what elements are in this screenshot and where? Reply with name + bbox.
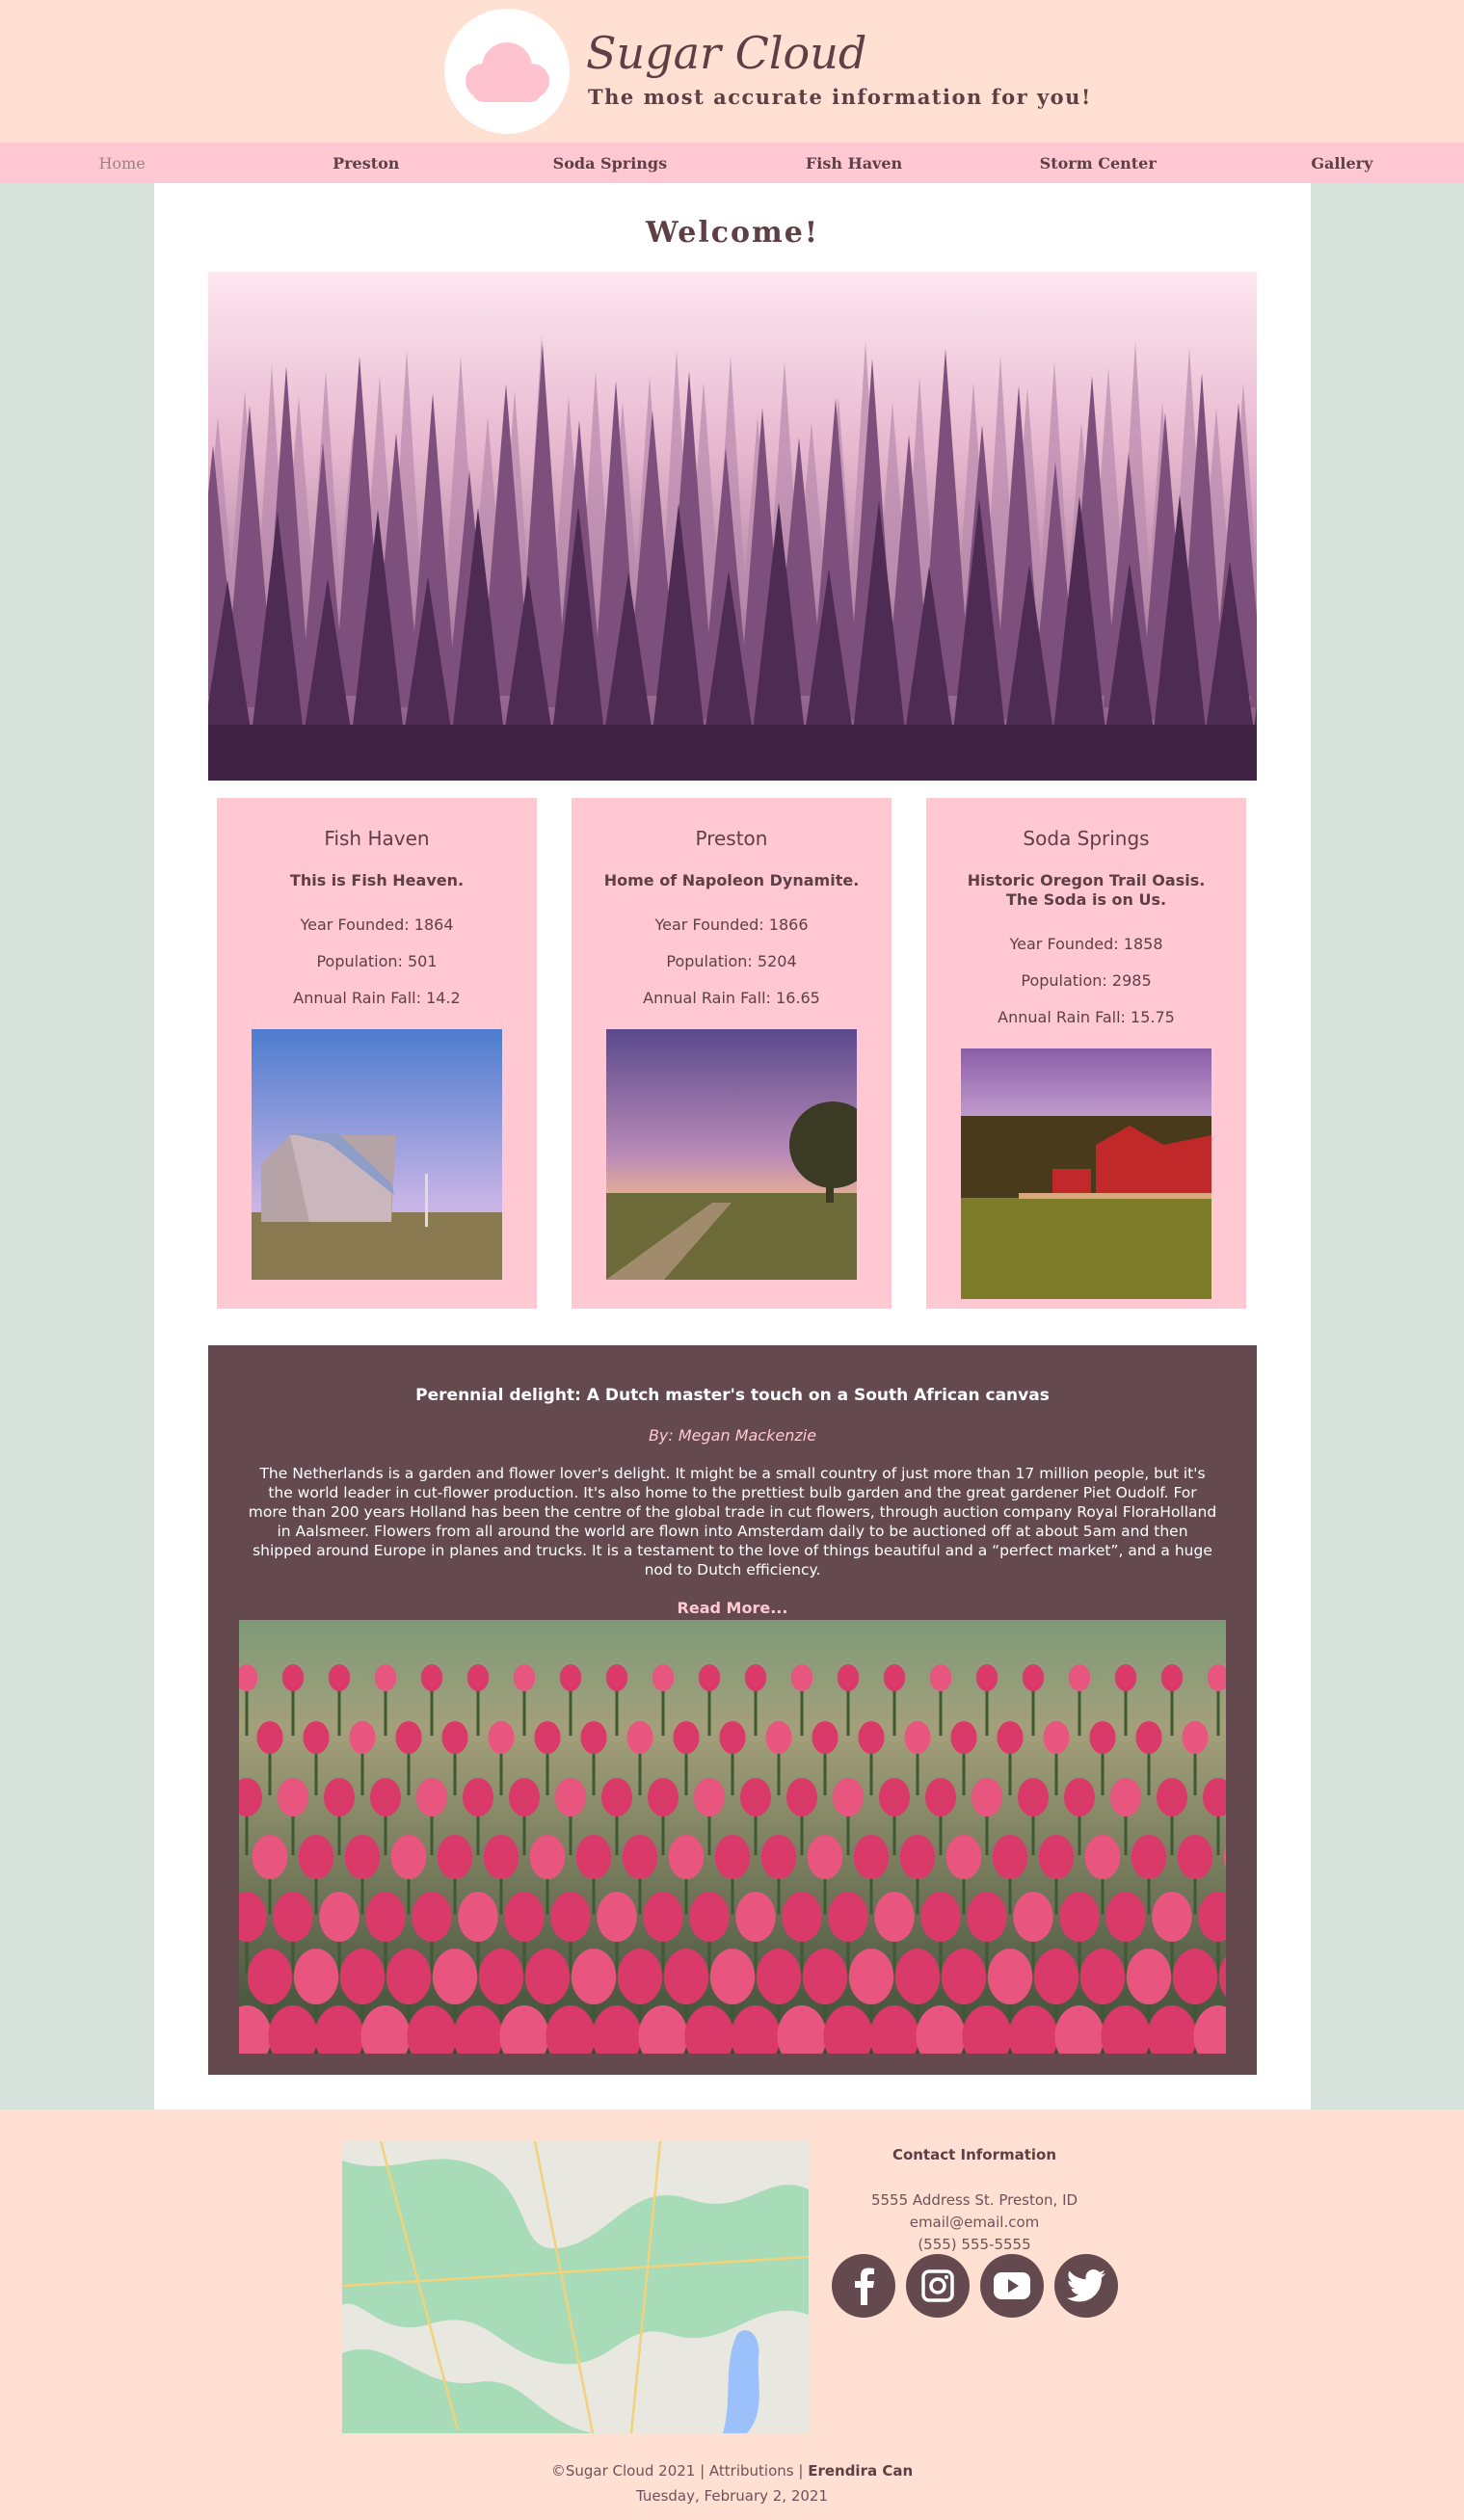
- town-card-fish-haven: Fish Haven This is Fish Heaven. Year Fou…: [217, 798, 537, 1309]
- nav-item-storm-center[interactable]: Storm Center: [976, 154, 1220, 172]
- main-content: Welcome! Fish Haven This is Fish Heaven.…: [154, 183, 1311, 2109]
- nav-item-fish-haven[interactable]: Fish Haven: [732, 154, 976, 172]
- nav-item-preston[interactable]: Preston: [244, 154, 488, 172]
- article-title: Perennial delight: A Dutch master's touc…: [415, 1386, 1050, 1405]
- town-rainfall: Annual Rain Fall: 15.75: [998, 1008, 1175, 1026]
- town-rainfall: Annual Rain Fall: 14.2: [293, 989, 461, 1007]
- copyright: ©Sugar Cloud 2021 | Attributions | Erend…: [0, 2462, 1464, 2480]
- town-card-preston: Preston Home of Napoleon Dynamite. Year …: [572, 798, 892, 1309]
- town-name: Soda Springs: [1023, 827, 1150, 850]
- location-map[interactable]: [342, 2141, 809, 2433]
- town-year-founded: Year Founded: 1866: [654, 915, 809, 934]
- sunset-field-image: [606, 1029, 857, 1280]
- tulips-image: [239, 1620, 1226, 2054]
- town-year-founded: Year Founded: 1864: [300, 915, 454, 934]
- nav-item-soda-springs[interactable]: Soda Springs: [488, 154, 732, 172]
- town-population: Population: 5204: [666, 952, 797, 970]
- youtube-icon[interactable]: [980, 2254, 1044, 2318]
- town-card-soda-springs: Soda Springs Historic Oregon Trail Oasis…: [926, 798, 1246, 1309]
- red-barn-image: [961, 1048, 1211, 1299]
- article-body: The Netherlands is a garden and flower l…: [248, 1465, 1217, 1578]
- read-more-link[interactable]: Read More...: [678, 1599, 788, 1617]
- facebook-icon[interactable]: [832, 2254, 895, 2318]
- copyright-text: ©Sugar Cloud 2021 | Attributions |: [550, 2462, 804, 2480]
- main-nav: Home Preston Soda Springs Fish Haven Sto…: [0, 143, 1464, 183]
- contact-phone: (555) 555-5555: [918, 2236, 1031, 2253]
- town-population: Population: 501: [316, 952, 438, 970]
- site-title[interactable]: Sugar Cloud: [586, 27, 866, 79]
- article-author: By: Megan Mackenzie: [648, 1426, 817, 1445]
- town-motto: This is Fish Heaven.: [289, 871, 465, 889]
- twitter-icon[interactable]: [1054, 2254, 1118, 2318]
- last-updated-date: Tuesday, February 2, 2021: [635, 2487, 829, 2505]
- cloud-icon: [466, 42, 549, 102]
- site-tagline: The most accurate information for you!: [588, 85, 1092, 109]
- town-motto: Historic Oregon Trail Oasis. The Soda is…: [967, 871, 1206, 909]
- town-population: Population: 2985: [1021, 971, 1152, 990]
- site-footer: Contact Information 5555 Address St. Pre…: [0, 2109, 1464, 2520]
- featured-article: Perennial delight: A Dutch master's touc…: [208, 1345, 1257, 2075]
- hero-image: [208, 272, 1257, 781]
- nav-item-home[interactable]: Home: [0, 154, 244, 172]
- site-header: Sugar Cloud The most accurate informatio…: [0, 0, 1464, 143]
- town-year-founded: Year Founded: 1858: [1009, 935, 1163, 953]
- barn-image: [252, 1029, 502, 1280]
- author-name: Erendira Can: [808, 2462, 914, 2480]
- contact-address: 5555 Address St. Preston, ID: [870, 2191, 1078, 2209]
- contact-heading: Contact Information: [892, 2146, 1057, 2163]
- nav-item-gallery[interactable]: Gallery: [1220, 154, 1464, 172]
- town-motto: Home of Napoleon Dynamite.: [603, 871, 860, 889]
- instagram-icon[interactable]: [906, 2254, 970, 2318]
- contact-email[interactable]: email@email.com: [830, 2214, 1119, 2231]
- town-name: Fish Haven: [324, 827, 430, 850]
- town-rainfall: Annual Rain Fall: 16.65: [643, 989, 820, 1007]
- town-name: Preston: [695, 827, 768, 850]
- page-title: Welcome!: [645, 216, 819, 250]
